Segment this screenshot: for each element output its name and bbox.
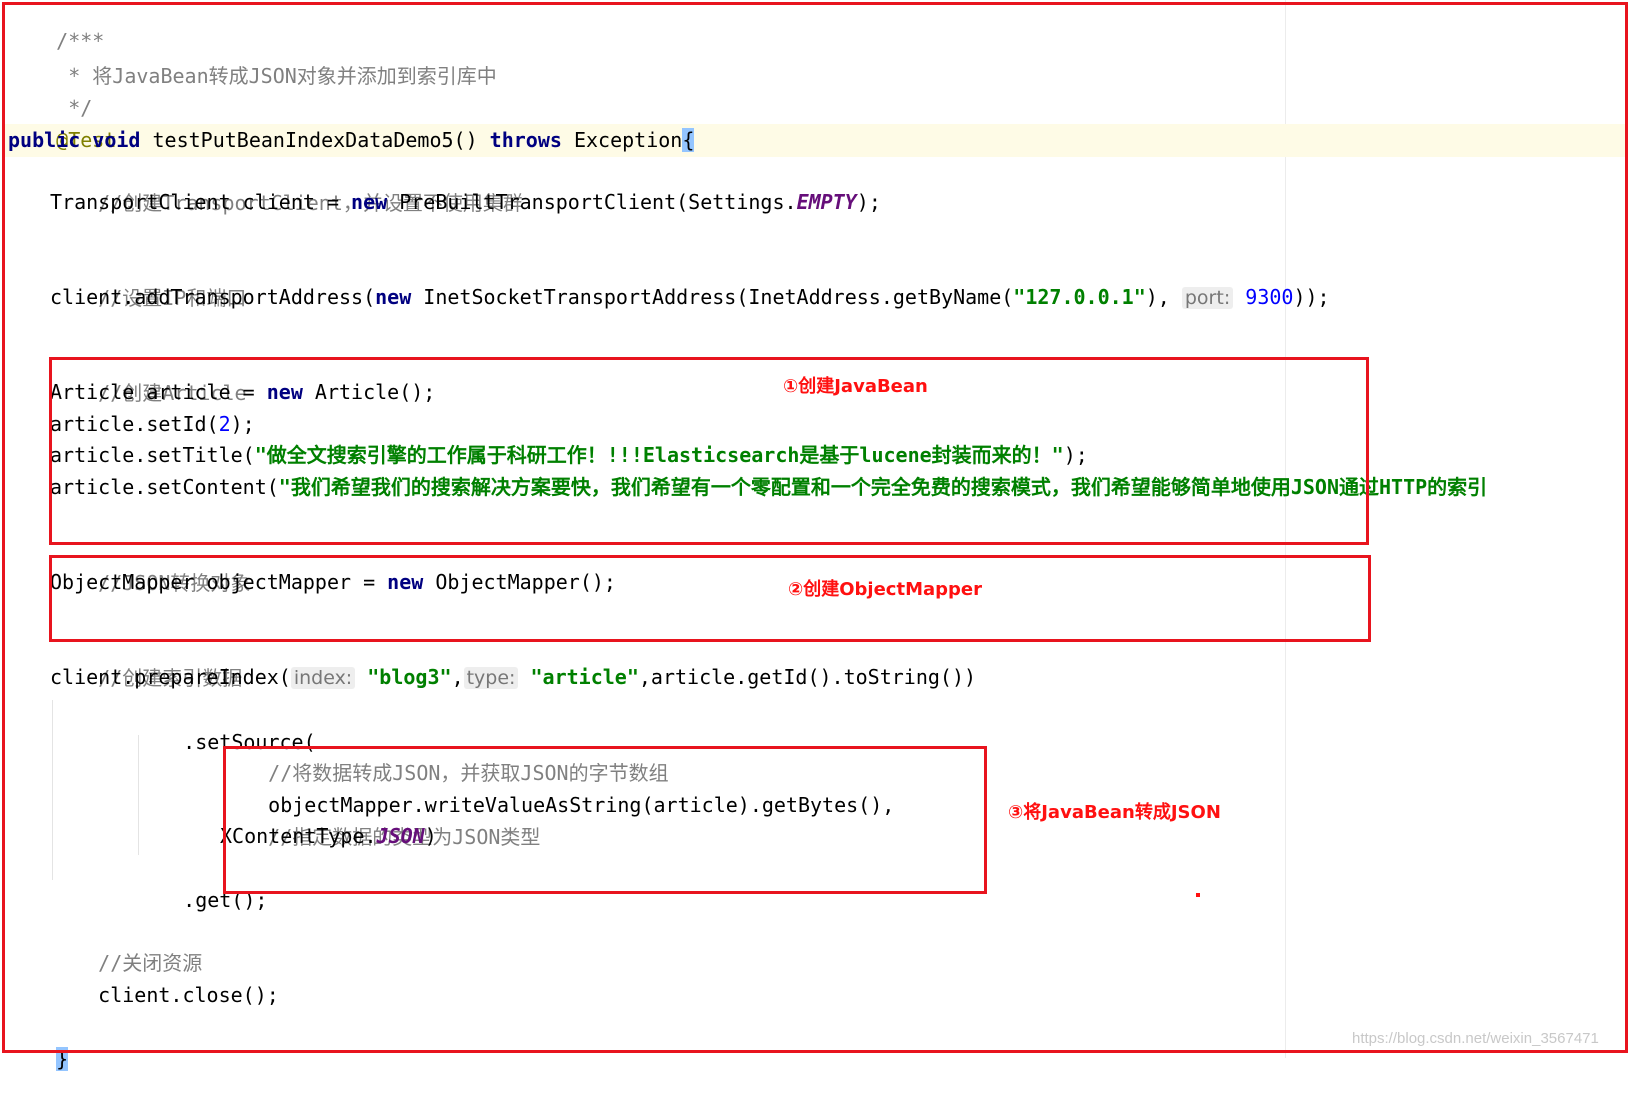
step3-label: ③将JavaBean转成JSON (1008, 802, 1221, 823)
step2-label: ②创建ObjectMapper (788, 579, 982, 600)
highlight-box-to-json (223, 746, 987, 894)
watermark: https://blog.csdn.net/weixin_3567471 (1352, 1030, 1599, 1047)
step1-label: ①创建JavaBean (783, 376, 928, 397)
highlight-box-objectmapper (49, 555, 1371, 642)
highlight-box-javabean (49, 357, 1369, 545)
red-dot-mark (1196, 893, 1200, 897)
